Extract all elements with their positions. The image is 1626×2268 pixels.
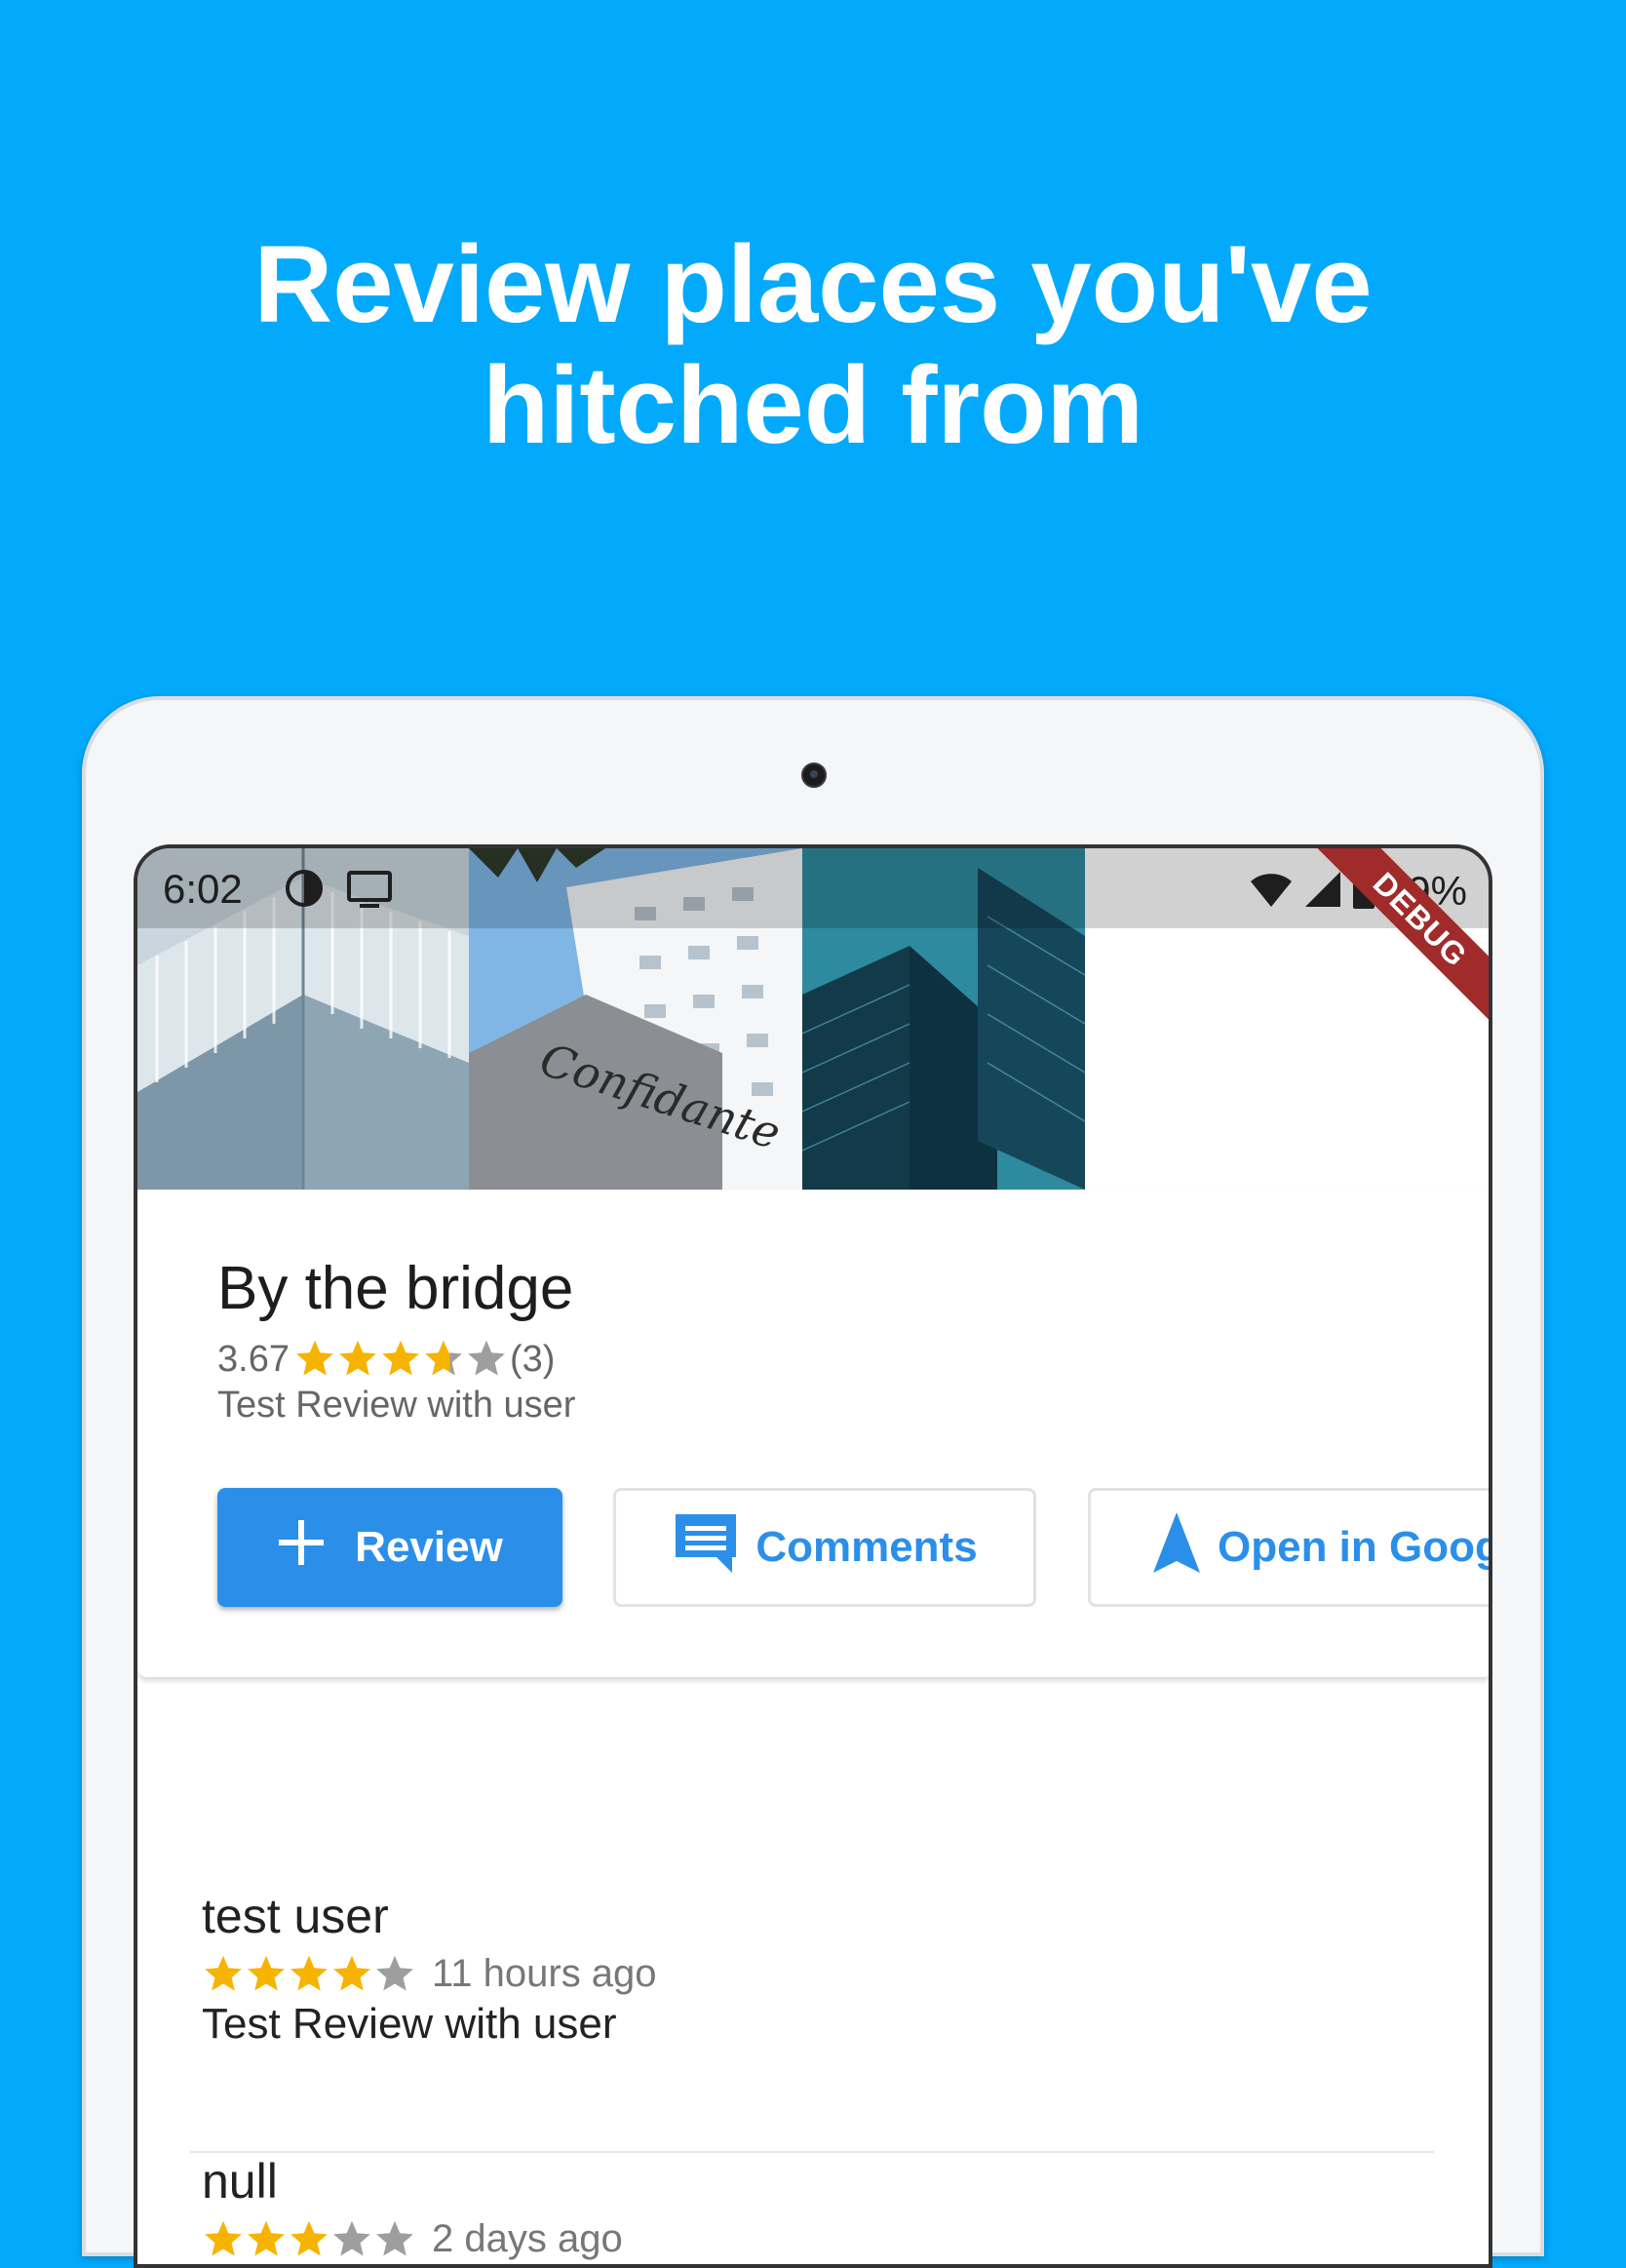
star-half-icon [425, 1340, 462, 1376]
star-filled-icon [296, 1340, 333, 1376]
review-author: test user [202, 1889, 389, 1943]
review-item[interactable]: test user 11 hours ago Test Review with … [202, 1888, 657, 2049]
tablet-frame: Confidante 6:02 89% DEBUG By the bridge … [82, 696, 1544, 2268]
rating-stars [293, 1338, 508, 1381]
star-filled-icon [205, 2220, 242, 2255]
navigation-icon [1151, 1510, 1202, 1585]
review-author: null [202, 2154, 278, 2209]
add-review-button[interactable]: Review [217, 1488, 562, 1607]
review-stars [202, 2218, 416, 2261]
brightness-icon [284, 868, 325, 914]
review-button-label: Review [355, 1523, 503, 1571]
star-empty-icon [376, 1955, 413, 1990]
star-filled-icon [333, 1955, 370, 1990]
star-empty-icon [468, 1340, 505, 1376]
comments-button[interactable]: Comments [613, 1488, 1036, 1607]
plus-icon [277, 1518, 326, 1578]
comment-icon [672, 1510, 740, 1585]
review-count: (3) [509, 1338, 556, 1380]
star-filled-icon [382, 1340, 419, 1376]
review-time: 2 days ago [432, 2217, 623, 2260]
camera-icon [801, 763, 827, 788]
review-text: Test Review with user [202, 2000, 617, 2048]
star-filled-icon [248, 1955, 285, 1990]
place-rating: 3.67 (3) [217, 1338, 555, 1381]
wifi-icon [1249, 870, 1294, 914]
status-time: 6:02 [163, 866, 243, 912]
place-info-card: By the bridge 3.67 (3) Test Review with … [137, 1190, 1492, 1677]
headline-line-2: hitched from [482, 344, 1144, 466]
place-title: By the bridge [217, 1255, 574, 1322]
headline-line-1: Review places you've [253, 223, 1373, 345]
signal-icon [1303, 870, 1342, 914]
review-item[interactable]: null 2 days ago [202, 2153, 623, 2261]
comments-button-label: Comments [755, 1523, 978, 1571]
star-empty-icon [333, 2220, 370, 2255]
cast-icon [346, 868, 393, 914]
star-empty-icon [376, 2220, 413, 2255]
app-screen: Confidante 6:02 89% DEBUG By the bridge … [134, 844, 1492, 2268]
star-filled-icon [339, 1340, 376, 1376]
star-filled-icon [248, 2220, 285, 2255]
review-time: 11 hours ago [432, 1952, 657, 1995]
headline: Review places you've hitched from [0, 224, 1626, 466]
open-button-label: Open in Goog [1218, 1523, 1492, 1571]
open-in-maps-button[interactable]: Open in Goog [1088, 1488, 1492, 1607]
star-filled-icon [290, 1955, 328, 1990]
star-filled-icon [290, 2220, 328, 2255]
status-bar: 6:02 89% [137, 848, 1489, 928]
place-subtitle: Test Review with user [217, 1385, 576, 1426]
review-stars [202, 1953, 416, 1996]
rating-value: 3.67 [217, 1338, 290, 1380]
star-filled-icon [205, 1955, 242, 1990]
